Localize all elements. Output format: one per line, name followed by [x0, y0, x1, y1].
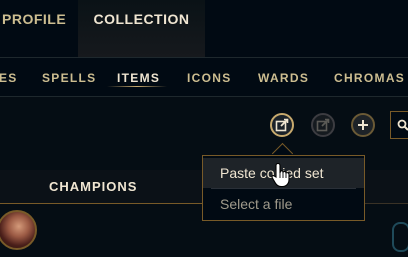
subtab-items[interactable]: ITEMS — [117, 71, 160, 85]
menu-item-select-file[interactable]: Select a file — [203, 189, 364, 219]
subtab-spells[interactable]: SPELLS — [42, 71, 96, 85]
plus-icon — [358, 120, 368, 130]
champions-label: CHAMPIONS — [49, 179, 138, 194]
add-set-button[interactable] — [351, 113, 375, 137]
edit-set-button[interactable] — [270, 113, 294, 137]
subtab-wards[interactable]: WARDS — [258, 71, 309, 85]
subtab-partial[interactable]: ES — [0, 71, 18, 85]
subtab-chromas[interactable]: CHROMAS — [334, 71, 405, 85]
subtab-icons[interactable]: ICONS — [187, 71, 232, 85]
band-divider — [365, 203, 408, 204]
collection-subnav: ES SPELLS ITEMS ICONS WARDS CHROMAS — [0, 58, 408, 96]
export-set-button[interactable] — [311, 113, 335, 137]
search-icon — [397, 119, 408, 131]
edit-set-icon — [275, 118, 289, 132]
tab-profile[interactable]: PROFILE — [0, 0, 72, 57]
hand-cursor-icon — [271, 162, 290, 188]
export-icon — [316, 118, 330, 132]
tab-collection[interactable]: COLLECTION — [78, 0, 205, 57]
active-tab-underline — [107, 86, 167, 87]
top-navigation: PROFILE COLLECTION — [0, 0, 408, 57]
partial-icon-right — [392, 222, 408, 252]
search-input[interactable] — [390, 111, 408, 139]
champions-underline — [0, 203, 202, 204]
